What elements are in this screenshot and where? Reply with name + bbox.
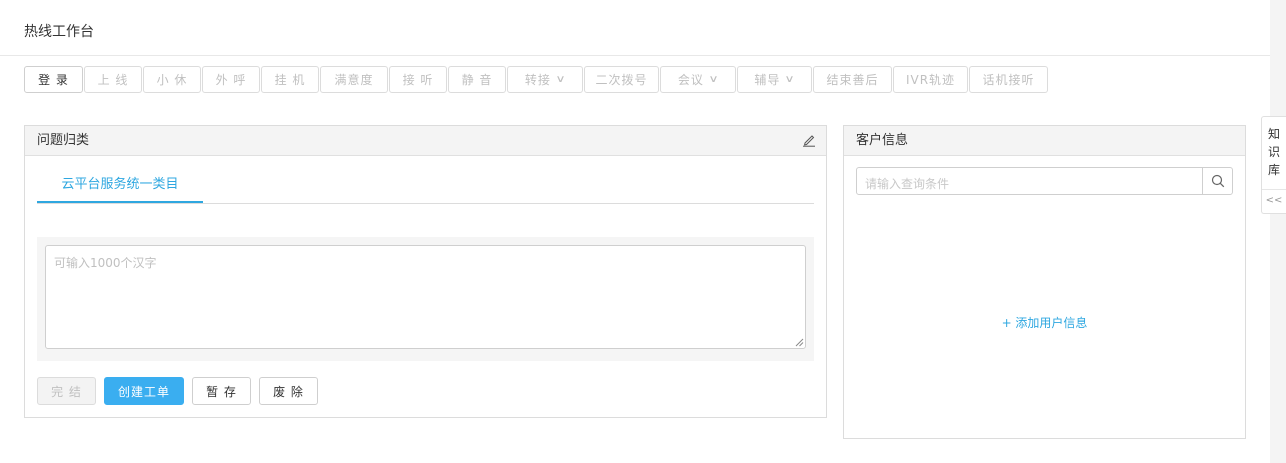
login-button[interactable]: 登 录 [24,66,83,93]
description-area: 可输入1000个汉字 [37,237,814,361]
page-title: 热线工作台 [24,24,94,40]
conference-dropdown[interactable]: 会议 ∨ [660,66,736,93]
knowledge-base-label: 知识库 [1268,127,1281,177]
issue-classification-panel: 问题归类 云平台服务统一类目 可输入1000个汉字 完 结 创建工单 暂 存 废… [24,125,827,418]
discard-button[interactable]: 废 除 [259,377,318,405]
satisfaction-button[interactable]: 满意度 [320,66,388,93]
answer-button[interactable]: 接 听 [389,66,447,93]
search-button[interactable] [1202,168,1232,194]
description-textarea[interactable]: 可输入1000个汉字 [45,245,806,349]
save-draft-button[interactable]: 暂 存 [192,377,251,405]
knowledge-base-tab[interactable]: 知识库 << [1261,116,1286,214]
panel-title: 客户信息 [856,133,909,148]
online-button[interactable]: 上 线 [84,66,142,93]
complete-button[interactable]: 完 结 [37,377,96,405]
outbound-call-button[interactable]: 外 呼 [202,66,260,93]
transfer-dropdown[interactable]: 转接 ∨ [507,66,583,93]
ivr-trace-button[interactable]: IVR轨迹 [893,66,968,93]
scrollbar[interactable] [1270,0,1286,463]
redial-button[interactable]: 二次拨号 [584,66,659,93]
phone-answer-button[interactable]: 话机接听 [969,66,1048,93]
coaching-dropdown[interactable]: 辅导 ∨ [737,66,812,93]
panel-title: 问题归类 [37,133,90,148]
customer-info-panel: 客户信息 请输入查询条件 + 添加用户信息 [843,125,1246,439]
pencil-icon[interactable] [802,133,816,147]
panel-header: 客户信息 [844,126,1245,156]
form-actions: 完 结 创建工单 暂 存 废 除 [37,377,326,405]
panel-header: 问题归类 [25,126,826,156]
textarea-placeholder: 可输入1000个汉字 [54,256,157,270]
collapse-button[interactable]: << [1262,195,1286,206]
search-icon [1211,174,1224,188]
resize-grip-icon[interactable] [795,338,804,347]
wrap-up-button[interactable]: 结束善后 [813,66,892,93]
search-placeholder: 请输入查询条件 [865,177,950,191]
call-toolbar: 登 录 上 线 小 休 外 呼 挂 机 满意度 接 听 静 音 转接 ∨ 二次拨号… [24,66,1049,93]
chevron-down-icon: ∨ [708,74,720,85]
page-header: 热线工作台 [0,0,1270,56]
create-ticket-button[interactable]: 创建工单 [104,377,184,405]
hangup-button[interactable]: 挂 机 [261,66,319,93]
customer-search-input[interactable]: 请输入查询条件 [856,167,1233,195]
chevron-down-icon: ∨ [784,74,797,85]
chevron-down-icon: ∨ [555,74,567,85]
tab-cloud-service-category[interactable]: 云平台服务统一类目 [37,172,203,203]
add-user-link[interactable]: + 添加用户信息 [844,314,1245,331]
break-button[interactable]: 小 休 [143,66,201,93]
mute-button[interactable]: 静 音 [448,66,506,93]
divider [1262,189,1286,190]
category-tab-bar: 云平台服务统一类目 [37,172,814,204]
